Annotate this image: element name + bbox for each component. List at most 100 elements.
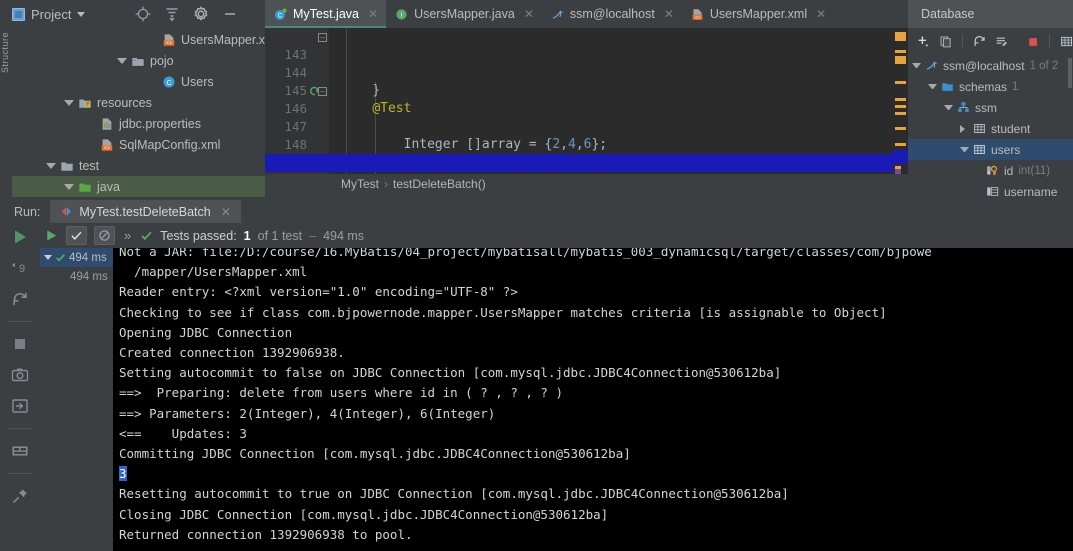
tree-item-pojo[interactable]: pojo xyxy=(12,50,265,71)
rerun-failed-icon[interactable]: 9 xyxy=(11,259,29,277)
stop-icon[interactable] xyxy=(11,335,29,353)
show-ignored-toggle[interactable] xyxy=(94,226,115,245)
editor-tab-mytest-java[interactable]: C MyTest.java ✕ xyxy=(265,0,387,28)
database-scrollbar[interactable] xyxy=(1068,58,1072,88)
chevron-down-icon[interactable] xyxy=(960,147,969,152)
breadcrumb-method[interactable]: testDeleteBatch() xyxy=(393,177,486,191)
gear-icon[interactable] xyxy=(193,6,209,22)
toolbar-separator xyxy=(1048,34,1050,49)
editor-tab-usersmapper-java[interactable]: I UsersMapper.java ✕ xyxy=(386,0,542,28)
tree-item-label: jdbc.properties xyxy=(119,116,201,131)
rerun-icon[interactable] xyxy=(44,228,59,243)
db-node-label: id xyxy=(1004,163,1014,178)
chevron-down-icon[interactable] xyxy=(44,255,52,260)
add-icon[interactable] xyxy=(917,34,930,49)
db-node-suffix: 1 of 2 xyxy=(1029,59,1059,72)
close-icon[interactable]: ✕ xyxy=(368,7,378,21)
db-node-column-username[interactable]: username xyxy=(908,181,1073,200)
close-icon[interactable]: ✕ xyxy=(524,7,534,21)
chevron-down-icon[interactable] xyxy=(944,105,953,110)
db-node-student-table[interactable]: student xyxy=(908,118,1073,139)
tree-item-users-class[interactable]: C Users xyxy=(12,71,265,92)
folder-icon xyxy=(942,83,953,91)
project-tool-window-button[interactable]: Project xyxy=(0,0,95,28)
tab-label: UsersMapper.java xyxy=(414,7,515,21)
console-line-selected[interactable]: 3 xyxy=(113,464,1073,484)
chevron-down-icon[interactable] xyxy=(64,99,74,106)
layout-icon[interactable] xyxy=(11,442,29,460)
svg-text:<>: <> xyxy=(104,145,110,151)
console-line: Opening JDBC Connection xyxy=(119,324,293,340)
test-results-tree[interactable]: 494 ms 494 ms xyxy=(40,248,113,551)
table-editor-icon[interactable] xyxy=(1060,34,1073,49)
tab-label: ssm@localhost xyxy=(569,7,655,21)
code-line[interactable]: 146 – public void testDeleteBatch(){ xyxy=(265,82,910,170)
intellij-idea-window: Project C MyTest.java ✕ I UsersMapper.ja… xyxy=(0,0,1073,551)
tree-item-usersmapper-xml[interactable]: <> UsersMapper.xml xyxy=(12,29,265,50)
console-output[interactable]: Not a JAR: file:/D:/course/16.MyBatis/04… xyxy=(113,248,1073,551)
tree-item-test[interactable]: test xyxy=(12,155,265,176)
chevron-down-icon[interactable] xyxy=(77,11,86,17)
tree-item-sqlmapconfig-xml[interactable]: <> SqlMapConfig.xml xyxy=(12,134,265,155)
code-line[interactable]: 148 int num = uMapper.deleteBatch(array)… xyxy=(265,118,910,170)
pin-icon[interactable] xyxy=(11,487,29,505)
chevron-down-icon[interactable] xyxy=(117,57,127,64)
breadcrumb[interactable]: MyTest › testDeleteBatch() xyxy=(265,174,910,194)
db-node-ssm-localhost[interactable]: ssm@localhost 1 of 2 xyxy=(908,55,1073,76)
chevron-down-icon[interactable] xyxy=(46,162,56,169)
fold-minus-icon[interactable]: – xyxy=(318,87,327,96)
db-node-ssm-schema[interactable]: ssm xyxy=(908,97,1073,118)
test-tree-row-root[interactable]: 494 ms xyxy=(40,248,113,267)
chevron-down-icon[interactable] xyxy=(64,183,74,190)
show-passed-toggle[interactable] xyxy=(66,226,87,245)
chevron-down-icon[interactable] xyxy=(928,84,937,89)
code-editor[interactable]: 143 – } 144 145 @Test 146 – 147 Integer … xyxy=(265,28,910,174)
screenshot-icon[interactable] xyxy=(11,366,29,384)
database-panel[interactable]: ssm@localhost 1 of 2 schemas 1 ssm stude… xyxy=(908,28,1073,200)
structure-rail[interactable]: Structure xyxy=(0,28,12,200)
code-line[interactable]: 149 sqlSession.commit(); xyxy=(265,136,910,174)
tree-item-java[interactable]: java xyxy=(12,176,265,197)
source-folder-icon xyxy=(79,183,91,192)
run-tab-mytest-testdeletebatch[interactable]: MyTest.testDeleteBatch ✕ xyxy=(50,200,241,223)
code-line[interactable]: 147 Integer []array = {2,4,6}; xyxy=(265,100,910,152)
test-tree-row-child[interactable]: 494 ms xyxy=(40,267,113,286)
run-icon[interactable] xyxy=(11,228,29,246)
query-console-icon[interactable] xyxy=(995,34,1008,49)
close-icon[interactable]: ✕ xyxy=(664,7,674,21)
tree-item-resources[interactable]: resources xyxy=(12,92,265,113)
chevron-down-icon[interactable] xyxy=(912,63,921,68)
db-node-schemas[interactable]: schemas 1 xyxy=(908,76,1073,97)
db-node-users-table[interactable]: users xyxy=(908,139,1073,160)
breadcrumb-class[interactable]: MyTest xyxy=(341,177,379,191)
expand-chevrons-icon[interactable]: » xyxy=(124,228,131,243)
code-line[interactable]: 144 xyxy=(265,46,910,80)
ignored-icon xyxy=(99,230,110,241)
refresh-icon[interactable] xyxy=(973,34,986,49)
code-line[interactable]: 145 @Test xyxy=(265,64,910,116)
close-icon[interactable]: ✕ xyxy=(221,205,231,219)
tree-item-label: resources xyxy=(97,95,152,110)
export-icon[interactable] xyxy=(11,397,29,415)
rotate-icon[interactable] xyxy=(11,290,29,308)
db-node-column-id[interactable]: id int(11) xyxy=(908,160,1073,181)
editor-code[interactable]: 143 – } 144 145 @Test 146 – 147 Integer … xyxy=(265,28,910,174)
locate-icon[interactable] xyxy=(135,6,151,22)
tab-label: UsersMapper.xml xyxy=(709,7,808,21)
editor-tab-ssm-localhost[interactable]: ssm@localhost ✕ xyxy=(542,0,682,28)
editor-tab-usersmapper-xml[interactable]: <> UsersMapper.xml ✕ xyxy=(682,0,834,28)
chevron-right-icon[interactable] xyxy=(960,124,969,133)
code-line[interactable]: 143 – } xyxy=(265,28,910,98)
check-icon xyxy=(71,231,82,241)
tests-passed-count: 1 xyxy=(243,228,251,243)
stop-icon[interactable] xyxy=(1027,35,1039,49)
code-line-current[interactable]: 150 System.out.println(num); xyxy=(265,154,910,174)
database-tool-window-title[interactable]: Database xyxy=(908,0,1073,28)
copy-icon[interactable] xyxy=(939,34,952,49)
close-icon[interactable]: ✕ xyxy=(816,7,826,21)
project-tree[interactable]: <> UsersMapper.xml pojo C Users xyxy=(12,28,265,200)
collapse-all-icon[interactable] xyxy=(164,6,180,22)
fold-minus-icon[interactable]: – xyxy=(318,33,327,42)
minimize-icon[interactable] xyxy=(222,6,238,22)
tree-item-jdbc-properties[interactable]: jdbc.properties xyxy=(12,113,265,134)
